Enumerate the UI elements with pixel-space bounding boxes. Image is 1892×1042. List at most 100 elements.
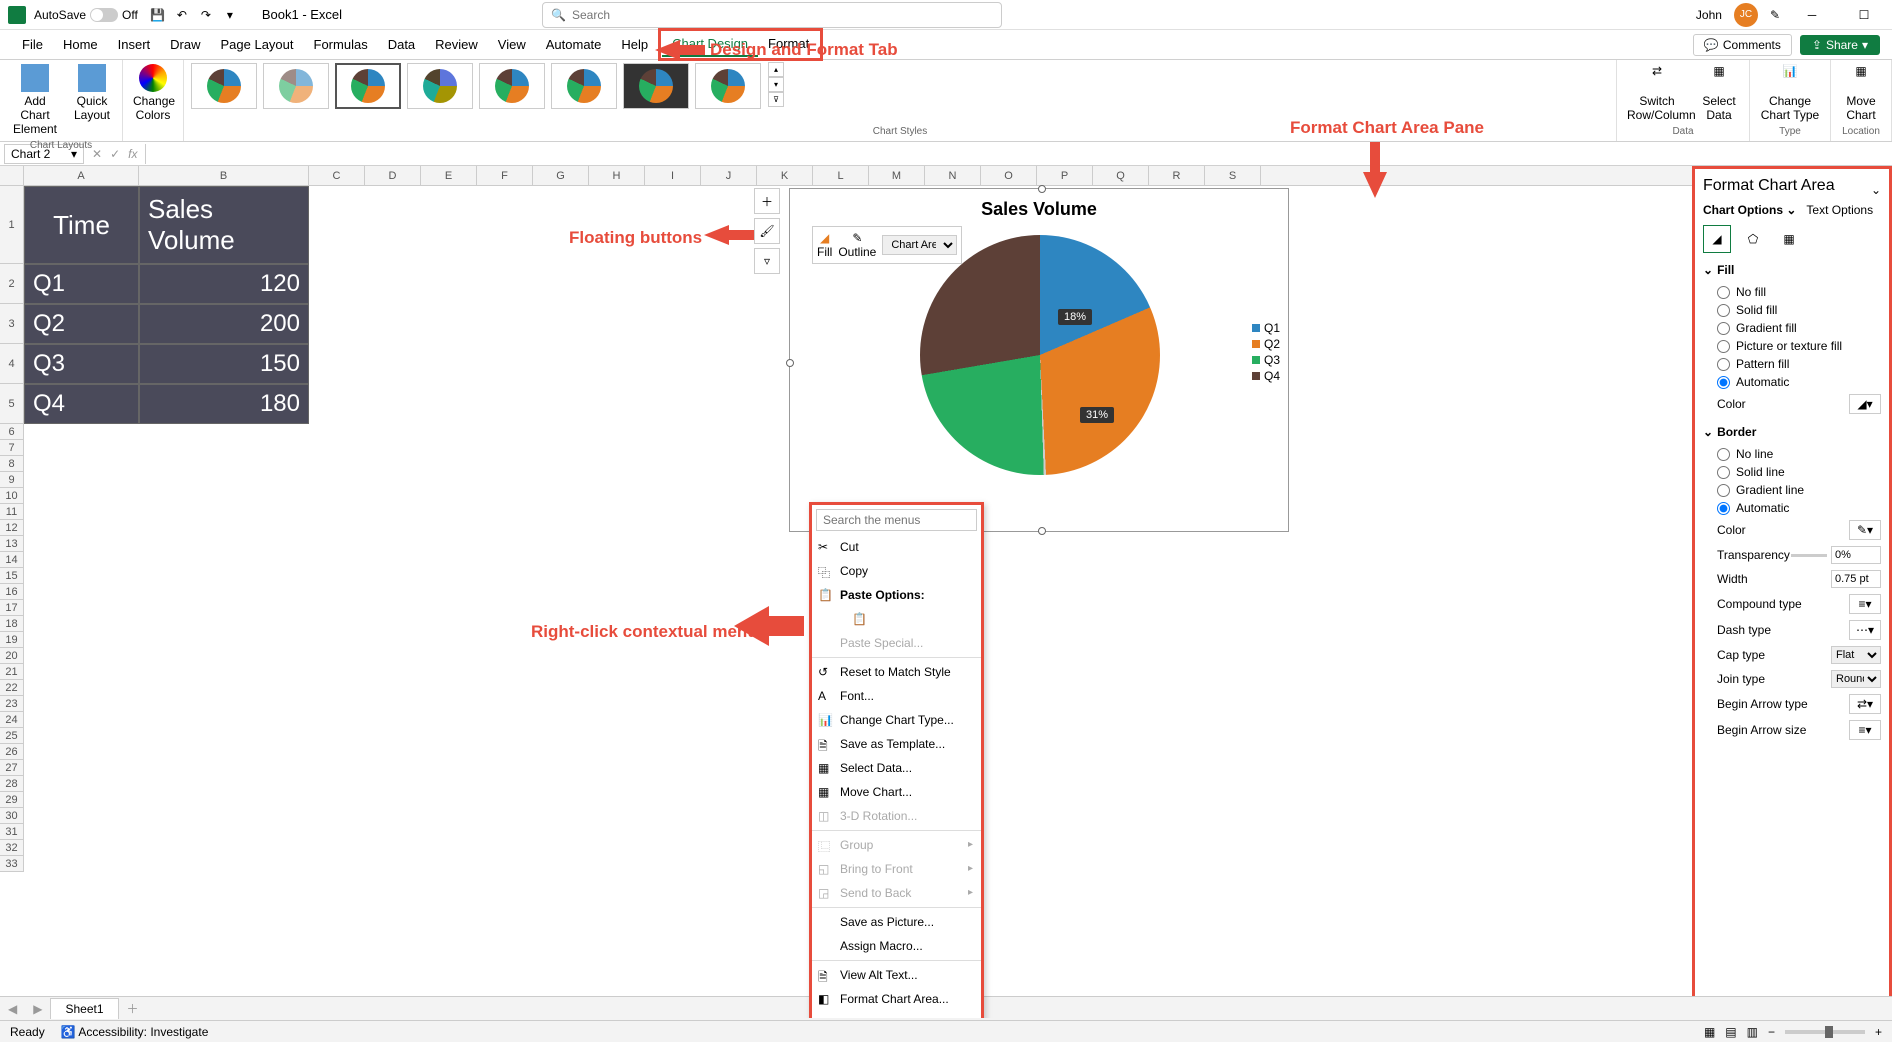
cell-b2[interactable]: 120 <box>139 264 309 304</box>
cell-b3[interactable]: 200 <box>139 304 309 344</box>
col-header-b[interactable]: B <box>139 166 309 185</box>
dash-picker[interactable]: ⋯▾ <box>1849 620 1881 640</box>
move-chart-button[interactable]: ▦ Move Chart <box>1837 62 1885 124</box>
opt-no-fill[interactable]: No fill <box>1703 283 1881 301</box>
chart-handle-bottom[interactable] <box>1038 527 1046 535</box>
tab-insert[interactable]: Insert <box>108 33 161 56</box>
col-header-o[interactable]: O <box>981 166 1037 185</box>
opt-picture-fill[interactable]: Picture or texture fill <box>1703 337 1881 355</box>
chart-handle-top[interactable] <box>1038 185 1046 193</box>
header-volume[interactable]: Sales Volume <box>139 186 309 264</box>
row-header-11[interactable]: 11 <box>0 504 24 520</box>
ctx-copy[interactable]: ⿻Copy <box>812 559 981 583</box>
chart-style-1[interactable] <box>191 63 257 109</box>
row-header-26[interactable]: 26 <box>0 744 24 760</box>
pane-size-tab[interactable]: ▦ <box>1775 225 1803 253</box>
qat-dropdown-icon[interactable]: ▾ <box>222 7 238 23</box>
cell-a5[interactable]: Q4 <box>24 384 139 424</box>
chart-handle-left[interactable] <box>786 359 794 367</box>
row-header-30[interactable]: 30 <box>0 808 24 824</box>
row-header-25[interactable]: 25 <box>0 728 24 744</box>
maximize-button[interactable]: ☐ <box>1844 1 1884 29</box>
row-header-16[interactable]: 16 <box>0 584 24 600</box>
col-header-c[interactable]: C <box>309 166 365 185</box>
add-sheet-button[interactable]: ＋ <box>119 1000 147 1017</box>
chart-style-5[interactable] <box>479 63 545 109</box>
chart-style-6[interactable] <box>551 63 617 109</box>
zoom-out-icon[interactable]: − <box>1768 1025 1775 1039</box>
view-page-break-icon[interactable]: ▥ <box>1747 1025 1758 1039</box>
header-time[interactable]: Time <box>24 186 139 264</box>
row-header-12[interactable]: 12 <box>0 520 24 536</box>
ctx-save-picture[interactable]: Save as Picture... <box>812 910 981 934</box>
row-header-28[interactable]: 28 <box>0 776 24 792</box>
save-icon[interactable]: 💾 <box>150 7 166 23</box>
mini-outline-button[interactable]: ✎Outline <box>838 231 876 259</box>
col-header-j[interactable]: J <box>701 166 757 185</box>
opt-no-line[interactable]: No line <box>1703 445 1881 463</box>
chart-style-7[interactable] <box>623 63 689 109</box>
select-data-button[interactable]: ▦ Select Data <box>1695 62 1743 124</box>
cell-a4[interactable]: Q3 <box>24 344 139 384</box>
row-header-24[interactable]: 24 <box>0 712 24 728</box>
transparency-input[interactable] <box>1831 546 1881 564</box>
switch-row-col-button[interactable]: ⇄ Switch Row/Column <box>1623 62 1691 124</box>
chart-style-8[interactable] <box>695 63 761 109</box>
pane-chevron-icon[interactable]: ⌄ <box>1871 183 1881 197</box>
ctx-save-template[interactable]: 🗎Save as Template... <box>812 732 981 756</box>
col-header-g[interactable]: G <box>533 166 589 185</box>
row-header-2[interactable]: 2 <box>0 264 24 304</box>
row-header-4[interactable]: 4 <box>0 344 24 384</box>
quick-layout-button[interactable]: Quick Layout <box>68 62 116 124</box>
opt-gradient-line[interactable]: Gradient line <box>1703 481 1881 499</box>
col-header-k[interactable]: K <box>757 166 813 185</box>
ctx-cut[interactable]: ✂Cut <box>812 535 981 559</box>
row-header-22[interactable]: 22 <box>0 680 24 696</box>
search-box[interactable]: 🔍 <box>542 2 1002 28</box>
col-header-a[interactable]: A <box>24 166 139 185</box>
chart-title[interactable]: Sales Volume <box>790 189 1288 230</box>
row-header-31[interactable]: 31 <box>0 824 24 840</box>
user-avatar[interactable]: JC <box>1734 3 1758 27</box>
search-input[interactable] <box>572 8 993 22</box>
col-header-n[interactable]: N <box>925 166 981 185</box>
tab-review[interactable]: Review <box>425 33 488 56</box>
row-header-19[interactable]: 19 <box>0 632 24 648</box>
ctx-alt-text[interactable]: 🗎View Alt Text... <box>812 963 981 987</box>
opt-auto-line[interactable]: Automatic <box>1703 499 1881 517</box>
chart-style-2[interactable] <box>263 63 329 109</box>
chart-filters-button[interactable]: ▿ <box>754 248 780 274</box>
row-header-27[interactable]: 27 <box>0 760 24 776</box>
fill-section-header[interactable]: ⌄Fill <box>1703 263 1881 277</box>
chart-styles-button[interactable]: 🖌 <box>754 218 780 244</box>
row-header-5[interactable]: 5 <box>0 384 24 424</box>
ctx-assign-macro[interactable]: Assign Macro... <box>812 934 981 958</box>
opt-auto-fill[interactable]: Automatic <box>1703 373 1881 391</box>
zoom-in-icon[interactable]: + <box>1875 1025 1882 1039</box>
row-header-20[interactable]: 20 <box>0 648 24 664</box>
row-header-29[interactable]: 29 <box>0 792 24 808</box>
opt-gradient-fill[interactable]: Gradient fill <box>1703 319 1881 337</box>
compound-picker[interactable]: ≡▾ <box>1849 594 1881 614</box>
col-header-s[interactable]: S <box>1205 166 1261 185</box>
row-header-17[interactable]: 17 <box>0 600 24 616</box>
user-name[interactable]: John <box>1696 8 1722 22</box>
width-input[interactable] <box>1831 570 1881 588</box>
col-header-m[interactable]: M <box>869 166 925 185</box>
view-normal-icon[interactable]: ▦ <box>1704 1025 1715 1039</box>
change-colors-button[interactable]: Change Colors <box>129 62 177 124</box>
scroll-up-icon[interactable]: ▴ <box>768 62 784 77</box>
cell-b5[interactable]: 180 <box>139 384 309 424</box>
tab-automate[interactable]: Automate <box>536 33 612 56</box>
begin-arrow-picker[interactable]: ⇄▾ <box>1849 694 1881 714</box>
row-header-23[interactable]: 23 <box>0 696 24 712</box>
col-header-l[interactable]: L <box>813 166 869 185</box>
redo-icon[interactable]: ↷ <box>198 7 214 23</box>
ctx-font[interactable]: AFont... <box>812 684 981 708</box>
tab-help[interactable]: Help <box>611 33 658 56</box>
cap-select[interactable]: Flat <box>1831 646 1881 664</box>
col-header-p[interactable]: P <box>1037 166 1093 185</box>
row-header-3[interactable]: 3 <box>0 304 24 344</box>
mini-fill-button[interactable]: ◢Fill <box>817 231 832 259</box>
row-header-9[interactable]: 9 <box>0 472 24 488</box>
